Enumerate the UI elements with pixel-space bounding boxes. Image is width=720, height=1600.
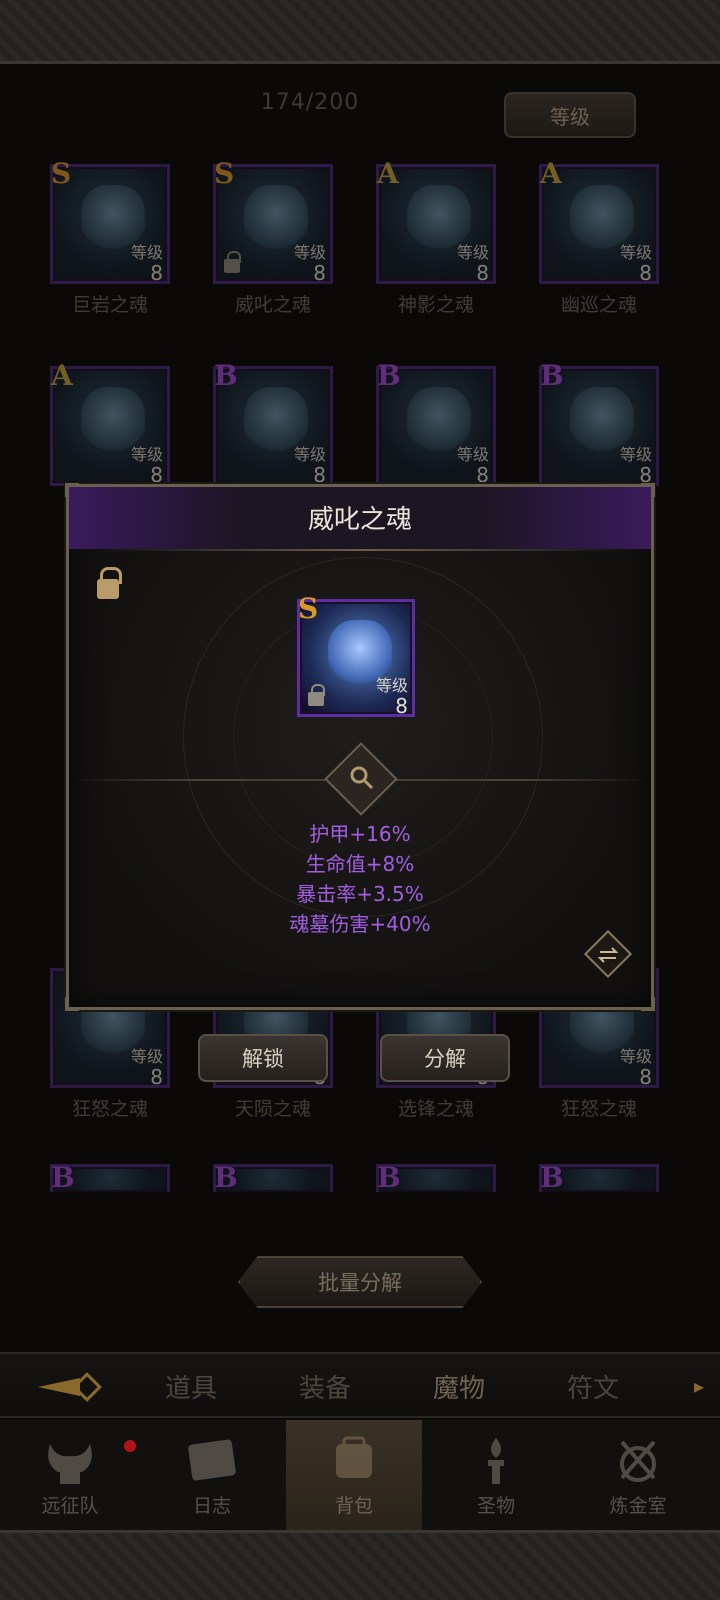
tab-equipment[interactable]: 装备: [270, 1368, 380, 1405]
level-value: 8: [150, 1065, 163, 1089]
frame-corner: [65, 483, 79, 497]
soul-detail-dialog: 威叱之魂 S 等级 8 护甲+16% 生命值+8% 暴击率+3.5% 魂墓伤害+…: [65, 483, 655, 1011]
level-label: 等级: [375, 676, 408, 695]
nav-relics[interactable]: 圣物: [428, 1420, 564, 1530]
soul-card: S 等级 8: [297, 592, 415, 718]
decompose-button[interactable]: 分解: [380, 1034, 510, 1082]
horned-helmet-icon: [48, 1444, 92, 1484]
nav-label: 圣物: [476, 1495, 515, 1517]
item-name: 巨岩之魂: [71, 294, 148, 316]
grid-item[interactable]: S 等级 8 威叱之魂: [213, 157, 333, 317]
alchemy-icon: [620, 1440, 656, 1482]
level-label: 等级: [293, 243, 326, 262]
rank-badge: S: [51, 157, 72, 190]
level-value: 8: [639, 261, 652, 285]
rank-badge: B: [214, 359, 238, 392]
grid-item[interactable]: B: [376, 1164, 496, 1192]
lock-icon[interactable]: [97, 567, 122, 599]
tab-runes[interactable]: 符文: [538, 1368, 648, 1405]
rank-badge: A: [377, 157, 399, 190]
tab-items[interactable]: 道具: [136, 1368, 246, 1405]
grid-item[interactable]: B 等级 8: [539, 359, 659, 487]
level-label: 等级: [456, 445, 489, 464]
item-name: 天陨之魂: [234, 1098, 311, 1120]
rank-badge: B: [377, 359, 401, 392]
level-label: 等级: [619, 243, 652, 262]
stat-hp: 生命值+8%: [305, 852, 415, 876]
level-label: 等级: [130, 445, 163, 464]
lock-icon: [224, 251, 241, 273]
grid-item[interactable]: B: [213, 1164, 333, 1192]
rank-badge: A: [540, 157, 562, 190]
bottom-frame: [0, 1530, 720, 1600]
level-label: 等级: [456, 243, 489, 262]
level-value: 8: [639, 1065, 652, 1089]
item-name: 威叱之魂: [234, 294, 311, 316]
grid-item[interactable]: A 等级 8 幽巡之魂: [539, 157, 659, 317]
level-label: 等级: [130, 243, 163, 262]
rank-badge: B: [51, 1164, 75, 1192]
nav-label: 远征队: [41, 1495, 99, 1517]
dialog-title: 威叱之魂: [307, 505, 412, 535]
grid-item[interactable]: B: [50, 1164, 170, 1192]
item-name: 选锋之魂: [397, 1098, 474, 1120]
back-arrow-icon[interactable]: [34, 1372, 106, 1402]
frame-corner: [65, 997, 79, 1011]
level-value: 8: [313, 261, 326, 285]
stat-armor: 护甲+16%: [309, 822, 411, 846]
level-value: 8: [476, 261, 489, 285]
nav-label: 炼金室: [609, 1495, 667, 1517]
level-value: 8: [150, 261, 163, 285]
grid-item[interactable]: A 等级 8: [50, 359, 170, 487]
bottom-nav: 远征队 日志 背包 圣物 炼金室: [0, 1420, 720, 1530]
rank-badge: B: [540, 359, 564, 392]
rank-badge: B: [214, 1164, 238, 1192]
swap-arrows-icon: [597, 947, 619, 963]
unlock-button[interactable]: 解锁: [198, 1034, 328, 1082]
frame-corner: [641, 483, 655, 497]
level-value: 8: [395, 694, 408, 718]
stat-damage: 魂墓伤害+40%: [289, 912, 431, 936]
rank-badge: B: [377, 1164, 401, 1192]
tab-monsters[interactable]: 魔物: [404, 1368, 514, 1405]
backpack-icon: [336, 1436, 372, 1478]
grid-item[interactable]: B: [539, 1164, 659, 1192]
nav-expedition[interactable]: 远征队: [2, 1420, 138, 1530]
rank-badge: S: [298, 592, 319, 625]
scroll-icon: [188, 1439, 236, 1481]
grid-item[interactable]: S 等级 8 巨岩之魂: [50, 157, 170, 317]
item-name: 狂怒之魂: [71, 1098, 148, 1120]
lock-icon: [308, 684, 325, 706]
nav-label: 背包: [334, 1495, 373, 1517]
nav-label: 日志: [192, 1495, 231, 1517]
nav-journal[interactable]: 日志: [144, 1420, 280, 1530]
stat-crit: 暴击率+3.5%: [296, 882, 424, 906]
nav-alchemy[interactable]: 炼金室: [570, 1420, 706, 1530]
grid-item[interactable]: B 等级 8: [376, 359, 496, 487]
category-tabs: 道具 装备 魔物 符文 ▸: [0, 1352, 720, 1418]
grid-item[interactable]: A 等级 8 神影之魂: [376, 157, 496, 317]
grid-item[interactable]: B 等级 8: [213, 359, 333, 487]
nav-backpack[interactable]: 背包: [286, 1420, 422, 1530]
magnifier-icon: [350, 766, 374, 790]
level-label: 等级: [293, 445, 326, 464]
rank-badge: B: [540, 1164, 564, 1192]
item-name: 狂怒之魂: [560, 1098, 637, 1120]
rank-badge: A: [51, 359, 73, 392]
torch-icon: [488, 1438, 504, 1484]
chevron-right-icon[interactable]: ▸: [694, 1374, 704, 1398]
frame-corner: [641, 997, 655, 1011]
level-label: 等级: [130, 1047, 163, 1066]
rank-badge: S: [214, 157, 235, 190]
batch-decompose-button[interactable]: 批量分解: [238, 1256, 482, 1308]
level-label: 等级: [619, 445, 652, 464]
stat-list: 护甲+16% 生命值+8% 暴击率+3.5% 魂墓伤害+40%: [69, 819, 651, 939]
item-name: 神影之魂: [397, 294, 474, 316]
header-divider: [99, 549, 627, 551]
notification-dot: [124, 1440, 136, 1452]
level-label: 等级: [619, 1047, 652, 1066]
item-name: 幽巡之魂: [560, 294, 637, 316]
